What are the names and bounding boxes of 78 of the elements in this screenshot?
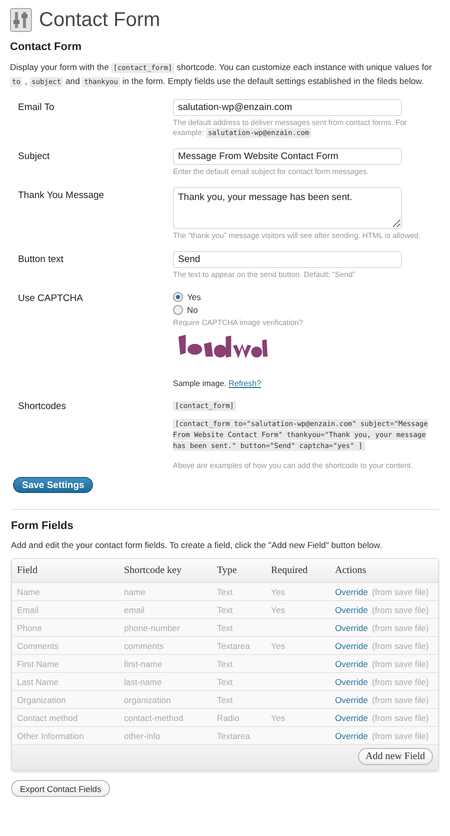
table-cell: Text [217,658,233,668]
add-field-button[interactable]: Add new Field [358,748,433,765]
source-note: (from save file) [372,658,429,668]
table-cell: Phone [17,622,42,632]
field-label: Thank You Message [18,189,104,201]
table-cell: Text [217,694,233,704]
table-cell: Text [217,604,233,614]
table-cell: Contact method [17,712,78,722]
intro-text: Add and edit the your contact form fields. To create a field, click the "Add new Field" button below. [11,540,383,550]
source-note: (from save file) [372,694,429,704]
text-field[interactable]: salutation-wp@enzain.com [173,99,402,116]
field-label: Email To [18,101,54,113]
table-cell: contact-method [124,712,184,722]
table-cell: Name [17,586,40,596]
radio-button[interactable] [173,304,183,314]
table-cell: Other Information [17,730,84,740]
message-field[interactable]: Thank you, your message has been sent. [173,187,402,229]
column-header: Actions [335,565,366,576]
override-link[interactable]: Override [335,640,368,650]
table-cell: Text [217,586,233,596]
column-header: Type [217,565,237,576]
field-label: Use CAPTCHA [18,292,83,304]
table-cell: Textarea [217,730,250,740]
table-cell: comments [124,640,164,650]
table-cell: other-info [124,730,160,740]
table-cell: Last Name [17,676,59,686]
table-cell: Yes [271,604,286,614]
source-note: (from save file) [372,586,429,596]
column-header: Field [17,565,38,576]
table-cell: Text [217,676,233,686]
source-note: (from save file) [372,604,429,614]
table-cell: Textarea [217,640,250,650]
page-title: Contact Form [39,8,160,32]
override-link[interactable]: Override [335,658,368,668]
source-note: (from save file) [372,676,429,686]
override-link[interactable]: Override [335,676,368,686]
override-link[interactable]: Override [335,622,368,632]
section-heading: Form Fields [11,520,74,532]
column-header: Shortcode key [124,565,182,576]
section-heading: Contact Form [10,41,82,53]
table-cell: organization [124,694,171,704]
table-cell: Yes [271,640,286,650]
column-header: Required [271,565,308,576]
text-field[interactable]: Message From Website Contact Form [173,148,402,165]
field-label: Shortcodes [18,400,66,412]
table-cell: Organization [17,694,66,704]
source-note: (from save file) [372,622,429,632]
override-link[interactable]: Override [335,694,368,704]
source-note: (from save file) [372,730,429,740]
field-label: Button text [18,253,64,265]
table-cell: Text [217,622,233,632]
refresh-link[interactable]: Refresh? [228,379,262,388]
text-field[interactable]: Send [173,251,402,268]
table-cell: name [124,586,146,596]
radio-button[interactable] [173,292,183,302]
radio-label: No [187,304,198,314]
source-note: (from save file) [372,712,429,722]
table-cell: Comments [17,640,59,650]
table-cell: Yes [271,712,286,722]
table-cell: Email [17,604,38,614]
table-cell: Radio [217,712,240,722]
table-cell: first-name [124,658,162,668]
caption-text: Sample image. Refresh? [173,379,262,388]
override-link[interactable]: Override [335,712,368,722]
save-settings-button[interactable]: Save Settings [13,477,94,493]
table-cell: last-name [124,676,162,686]
table-cell: First Name [17,658,60,668]
field-label: Subject [18,150,50,162]
override-link[interactable]: Override [335,604,368,614]
tools-icon [10,8,32,32]
radio-label: Yes [187,292,201,302]
override-link[interactable]: Override [335,586,368,596]
table-cell: email [124,604,145,614]
export-button[interactable]: Export Contact Fields [11,780,110,797]
override-link[interactable]: Override [335,730,368,740]
table-cell: phone-number [124,622,180,632]
table-cell: Yes [271,586,286,596]
source-note: (from save file) [372,640,429,650]
